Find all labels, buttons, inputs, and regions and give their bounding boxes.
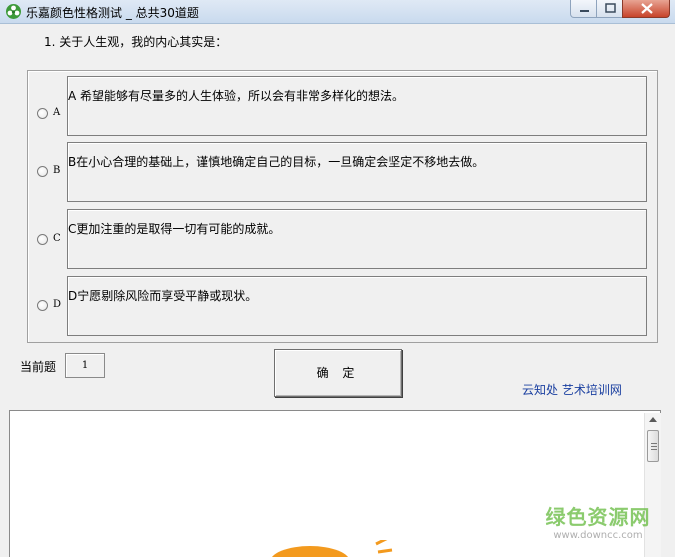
grip-line	[651, 449, 657, 450]
option-text-b: B在小心合理的基础上，谨慎地确定自己的目标，一旦确定会坚定不移地去做。	[68, 155, 485, 169]
radio-c[interactable]	[37, 234, 48, 245]
option-box-d[interactable]: D宁愿剔除风险而享受平静或现状。	[67, 276, 647, 336]
watermark: 绿色资源网 www.downcc.com	[538, 505, 658, 543]
option-box-c[interactable]: C更加注重的是取得一切有可能的成就。	[67, 209, 647, 269]
option-text-d: D宁愿剔除风险而享受平静或现状。	[68, 289, 258, 303]
close-button[interactable]	[622, 0, 670, 18]
grip-line	[651, 446, 657, 447]
radio-label-d: D	[53, 299, 62, 310]
radio-d[interactable]	[37, 300, 48, 311]
minimize-button[interactable]	[570, 0, 597, 18]
question-text: 1. 关于人生观，我的内心其实是：	[44, 35, 228, 49]
option-text-c: C更加注重的是取得一切有可能的成就。	[68, 222, 281, 236]
radio-label-b: B	[53, 165, 61, 176]
scroll-thumb[interactable]	[647, 430, 659, 462]
options-panel: A A 希望能够有尽量多的人生体验，所以会有非常多样化的想法。 B B在小心合理…	[27, 70, 658, 343]
sun-illustration	[272, 540, 393, 557]
option-d[interactable]: D D宁愿剔除风险而享受平静或现状。	[28, 276, 657, 338]
window-title: 乐嘉颜色性格测试 _ 总共30道题	[26, 6, 199, 20]
option-box-b[interactable]: B在小心合理的基础上，谨慎地确定自己的目标，一旦确定会坚定不移地去做。	[67, 142, 647, 202]
option-c[interactable]: C C更加注重的是取得一切有可能的成就。	[28, 209, 657, 271]
radio-label-a: A	[53, 107, 61, 118]
watermark-main: 绿色资源网	[545, 505, 651, 529]
minimize-icon	[580, 10, 589, 12]
option-box-a[interactable]: A 希望能够有尽量多的人生体验，所以会有非常多样化的想法。	[67, 76, 647, 136]
current-question-field[interactable]: 1	[65, 353, 105, 378]
maximize-icon	[605, 3, 616, 13]
scroll-up-icon[interactable]	[649, 417, 657, 422]
radio-a[interactable]	[37, 108, 48, 119]
close-icon	[641, 3, 653, 14]
maximize-button[interactable]	[596, 0, 623, 18]
confirm-button[interactable]: 确 定	[274, 349, 402, 397]
option-text-a: A 希望能够有尽量多的人生体验，所以会有非常多样化的想法。	[68, 89, 405, 103]
grip-line	[651, 443, 657, 444]
watermark-sub: www.downcc.com	[553, 530, 643, 541]
current-question-label: 当前题	[20, 360, 57, 374]
app-logo-icon	[5, 3, 22, 20]
radio-b[interactable]	[37, 166, 48, 177]
title-bar[interactable]: 乐嘉颜色性格测试 _ 总共30道题	[0, 0, 675, 24]
option-a[interactable]: A A 希望能够有尽量多的人生体验，所以会有非常多样化的想法。	[28, 76, 657, 138]
radio-label-c: C	[53, 233, 61, 244]
option-b[interactable]: B B在小心合理的基础上，谨慎地确定自己的目标，一旦确定会坚定不移地去做。	[28, 142, 657, 204]
site-links[interactable]: 云知处 艺术培训网	[522, 381, 622, 398]
